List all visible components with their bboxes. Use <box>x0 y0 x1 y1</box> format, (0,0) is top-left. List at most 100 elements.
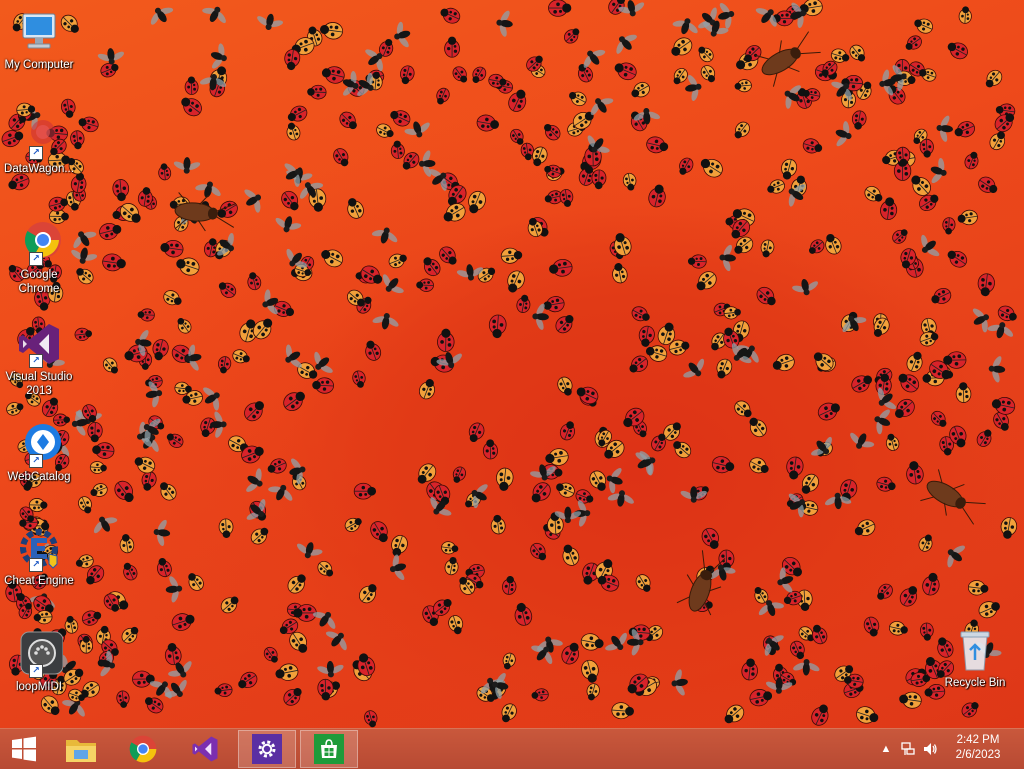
desktop-icon-my-computer[interactable]: My Computer <box>0 8 78 72</box>
ladybug-decoration <box>999 516 1018 540</box>
ladybug-decoration <box>611 702 634 720</box>
ladybug-decoration <box>806 237 827 257</box>
desktop-icon-label: Visual Studio 2013 <box>0 370 78 398</box>
fly-decoration <box>926 155 951 187</box>
taskbar-chrome[interactable] <box>114 730 172 768</box>
desktop[interactable]: My Computer ↗ DataWagon... ↗ Google Chro… <box>0 0 1024 728</box>
ladybug-decoration <box>566 88 588 108</box>
recycle-bin-icon <box>951 626 999 674</box>
file-explorer-icon <box>64 734 98 764</box>
ladybug-decoration <box>158 163 172 181</box>
desktop-icon-recycle-bin[interactable]: Recycle Bin <box>936 626 1014 690</box>
taskbar-store[interactable] <box>300 730 358 768</box>
ladybug-decoration <box>788 639 808 662</box>
ladybug-decoration <box>367 518 392 545</box>
desktop-icon-label: Google Chrome <box>0 268 78 296</box>
ladybug-decoration <box>779 157 799 181</box>
fly-decoration <box>145 0 178 30</box>
ladybug-decoration <box>274 662 299 683</box>
ladybug-decoration <box>119 623 142 646</box>
ladybug-decoration <box>344 195 367 221</box>
ladybug-decoration <box>711 455 736 476</box>
ladybug-decoration <box>512 601 534 627</box>
ladybug-decoration <box>942 217 955 234</box>
ladybug-decoration <box>501 652 517 671</box>
ladybug-decoration <box>688 254 707 268</box>
ladybug-decoration <box>996 303 1020 325</box>
fly-decoration <box>210 410 227 439</box>
ladybug-decoration <box>503 268 527 295</box>
computer-icon <box>15 8 63 56</box>
ladybug-decoration <box>88 481 109 499</box>
ladybug-decoration <box>553 311 578 336</box>
ladybug-decoration <box>87 422 102 442</box>
ladybug-decoration <box>903 33 925 54</box>
ladybug-decoration <box>90 461 108 474</box>
ladybug-decoration <box>170 610 197 633</box>
store-icon <box>314 734 344 764</box>
fly-decoration <box>198 0 231 28</box>
ladybug-decoration <box>890 226 911 246</box>
ladybug-decoration <box>354 483 376 499</box>
ladybug-decoration <box>809 701 833 728</box>
ladybug-decoration <box>120 560 139 582</box>
ladybug-decoration <box>548 0 571 16</box>
taskbar-settings[interactable] <box>238 730 296 768</box>
fly-decoration <box>164 574 183 604</box>
ladybug-decoration <box>647 183 668 209</box>
ladybug-decoration <box>754 284 780 310</box>
ladybug-decoration <box>441 541 459 555</box>
fly-decoration <box>679 354 711 385</box>
desktop-icon-webcatalog[interactable]: ↗ WebCatalog <box>0 420 78 484</box>
start-button[interactable] <box>0 730 48 768</box>
network-icon[interactable] <box>900 741 916 757</box>
chevron-up-icon[interactable]: ▲ <box>878 741 894 757</box>
ladybug-decoration <box>904 349 926 374</box>
ladybug-decoration <box>285 103 310 125</box>
desktop-icon-visual-studio[interactable]: ↗ Visual Studio 2013 <box>0 320 78 398</box>
ladybug-decoration <box>587 468 610 494</box>
desktop-icon-chrome[interactable]: ↗ Google Chrome <box>0 218 78 296</box>
shortcut-arrow-icon: ↗ <box>29 354 43 368</box>
ladybug-decoration <box>214 683 233 698</box>
desktop-icon-loopmidi[interactable]: ↗ loopMIDI <box>0 630 78 694</box>
desktop-icon-datawagon[interactable]: ↗ DataWagon... <box>0 112 78 176</box>
ladybug-decoration <box>76 495 95 516</box>
ladybug-decoration <box>374 121 396 141</box>
fly-decoration <box>987 354 1006 384</box>
ladybug-decoration <box>801 137 824 156</box>
taskbar-visual-studio[interactable] <box>176 730 234 768</box>
ladybug-decoration <box>610 262 628 284</box>
taskbar-file-explorer[interactable] <box>52 730 110 768</box>
ladybug-decoration <box>156 479 179 503</box>
ladybug-decoration <box>101 253 126 273</box>
ladybug-decoration <box>235 669 260 692</box>
ladybug-decoration <box>111 478 138 506</box>
ladybug-decoration <box>905 460 924 485</box>
chrome-icon: ↗ <box>15 218 63 266</box>
ladybug-decoration <box>315 559 337 580</box>
ladybug-decoration <box>891 396 918 423</box>
ladybug-decoration <box>174 315 194 336</box>
ladybug-decoration <box>469 65 488 86</box>
ladybug-decoration <box>216 278 239 300</box>
ladybug-decoration <box>765 178 787 197</box>
ladybug-decoration <box>185 76 198 94</box>
volume-icon[interactable] <box>922 741 938 757</box>
ladybug-decoration <box>579 658 601 684</box>
fly-decoration <box>386 552 409 584</box>
ladybug-decoration <box>968 580 990 597</box>
ladybug-decoration <box>797 471 822 497</box>
fly-decoration <box>376 269 408 300</box>
fly-decoration <box>845 427 878 454</box>
taskbar-clock[interactable]: 2:42 PM 2/6/2023 <box>948 733 1008 763</box>
ladybug-decoration <box>98 221 123 242</box>
ladybug-decoration <box>554 479 577 499</box>
desktop-icon-cheat-engine[interactable]: ↗ Cheat Engine <box>0 524 78 588</box>
ladybug-decoration <box>358 263 386 289</box>
ladybug-decoration <box>387 251 409 270</box>
fly-decoration <box>534 633 566 656</box>
ladybug-decoration <box>356 580 381 606</box>
ladybug-decoration <box>343 514 365 534</box>
ladybug-decoration <box>38 692 64 719</box>
